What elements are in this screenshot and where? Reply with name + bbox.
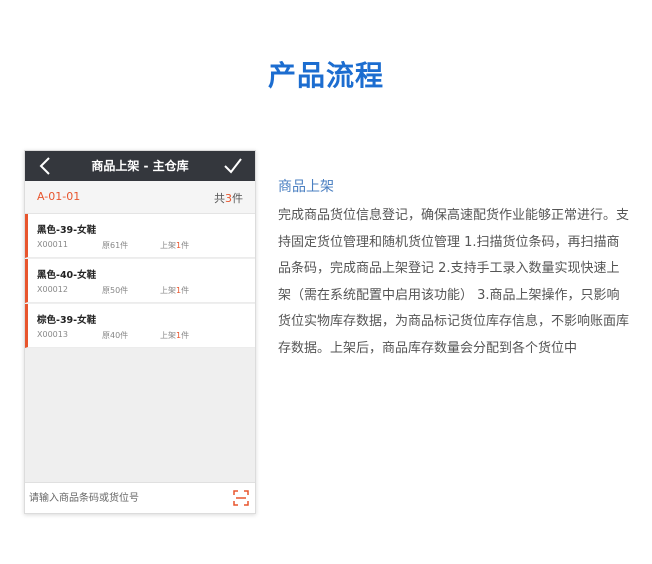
item-name: 黑色-40-女鞋 <box>37 270 97 281</box>
item-sku: X00013 <box>37 330 68 339</box>
item-original-qty: 原40件 <box>102 331 129 340</box>
item-shelf-qty: 上架1件 <box>160 330 189 341</box>
shelf-unit: 件 <box>181 331 190 340</box>
shelf-label: 上架 <box>160 286 176 295</box>
total-count: 3 <box>225 192 232 205</box>
scan-icon[interactable] <box>233 490 249 506</box>
total-prefix: 共 <box>214 192 225 205</box>
description-title: 商品上架 <box>278 179 334 195</box>
total-suffix: 件 <box>232 192 243 205</box>
item-shelf-qty: 上架1件 <box>160 240 189 251</box>
item-original-qty: 原50件 <box>102 286 129 295</box>
item-shelf-qty: 上架1件 <box>160 285 189 296</box>
location-header: A-01-01 共3件 <box>25 181 255 214</box>
shelf-unit: 件 <box>181 241 190 250</box>
list-item[interactable]: 棕色-39-女鞋 X00013 原40件 上架1件 <box>25 304 255 348</box>
scan-bar <box>25 482 255 513</box>
page-title: 产品流程 <box>267 59 384 92</box>
list-item[interactable]: 黑色-39-女鞋 X00011 原61件 上架1件 <box>25 214 255 258</box>
item-sku: X00012 <box>37 285 68 294</box>
app-nav-bar: 商品上架 - 主仓库 <box>25 151 255 181</box>
item-original-qty: 原61件 <box>102 241 129 250</box>
shelf-label: 上架 <box>160 331 176 340</box>
shelf-unit: 件 <box>181 286 190 295</box>
app-title: 商品上架 - 主仓库 <box>91 159 189 173</box>
location-code: A-01-01 <box>37 190 81 203</box>
shelf-label: 上架 <box>160 241 176 250</box>
description-body: 完成商品货位信息登记，确保高速配货作业能够正常进行。支持固定货位管理和随机货位管… <box>278 208 630 356</box>
search-input[interactable] <box>29 488 225 508</box>
item-name: 棕色-39-女鞋 <box>37 315 97 326</box>
item-name: 黑色-39-女鞋 <box>37 225 97 236</box>
list-item[interactable]: 黑色-40-女鞋 X00012 原50件 上架1件 <box>25 259 255 303</box>
item-sku: X00011 <box>37 240 68 249</box>
location-total: 共3件 <box>214 190 243 206</box>
check-icon[interactable] <box>223 157 243 175</box>
phone-screen: 商品上架 - 主仓库 A-01-01 共3件 黑色-39-女鞋 X00011 原… <box>24 150 256 514</box>
